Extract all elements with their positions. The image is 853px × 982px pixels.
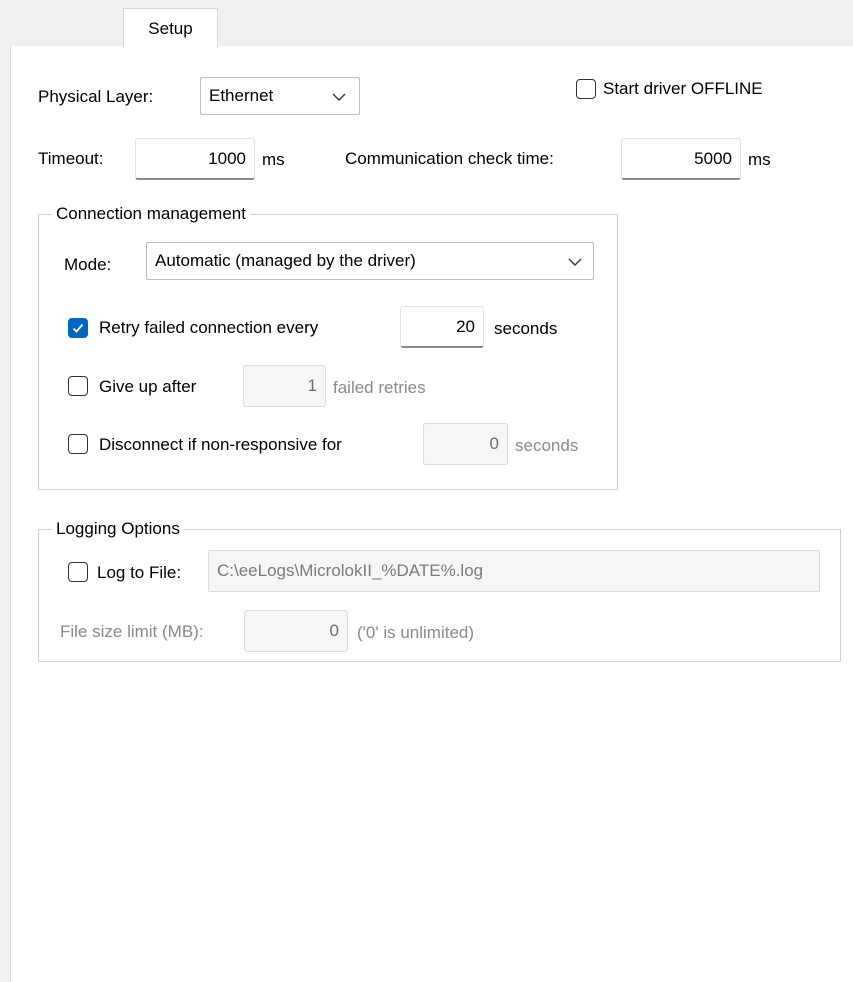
give-up-label: Give up after [99, 377, 197, 396]
timeout-label: Timeout: [38, 149, 104, 168]
log-file-path-input[interactable]: C:\eeLogs\MicrolokII_%DATE%.log [208, 550, 820, 592]
timeout-input[interactable]: 1000 [135, 138, 255, 180]
file-size-limit-label: File size limit (MB): [60, 622, 204, 641]
chevron-down-icon [331, 78, 347, 114]
give-up-checkbox[interactable] [68, 376, 88, 396]
retry-unit: seconds [494, 319, 558, 338]
tab-setup[interactable]: Setup [123, 8, 218, 48]
mode-value: Automatic (managed by the driver) [155, 251, 416, 270]
physical-layer-value: Ethernet [209, 86, 274, 105]
physical-layer-label: Physical Layer: [38, 87, 154, 106]
disconnect-checkbox[interactable] [68, 434, 88, 454]
disconnect-label: Disconnect if non-responsive for [99, 435, 342, 454]
setup-panel [10, 46, 853, 982]
give-up-unit: failed retries [333, 378, 426, 397]
retry-label: Retry failed connection every [99, 318, 319, 337]
comm-check-unit: ms [748, 150, 771, 169]
chevron-down-icon [567, 243, 583, 279]
disconnect-timeout-input[interactable]: 0 [423, 423, 508, 465]
mode-select[interactable]: Automatic (managed by the driver) [146, 242, 594, 280]
file-size-limit-note: ('0' is unlimited) [357, 623, 475, 642]
start-offline-checkbox[interactable] [576, 79, 596, 99]
comm-check-input[interactable]: 5000 [621, 138, 741, 180]
disconnect-unit: seconds [515, 436, 579, 455]
checkmark-icon [72, 323, 84, 333]
physical-layer-select[interactable]: Ethernet [200, 77, 360, 115]
timeout-unit: ms [262, 150, 285, 169]
start-offline-label: Start driver OFFLINE [603, 79, 763, 98]
retry-checkbox[interactable] [68, 318, 88, 338]
give-up-retries-input[interactable]: 1 [243, 365, 326, 407]
logging-options-title: Logging Options [52, 518, 184, 540]
mode-label: Mode: [64, 255, 112, 274]
log-to-file-checkbox[interactable] [68, 562, 88, 582]
log-to-file-label: Log to File: [97, 563, 182, 582]
retry-interval-input[interactable]: 20 [400, 306, 484, 348]
comm-check-label: Communication check time: [345, 149, 554, 168]
connection-management-title: Connection management [52, 203, 250, 225]
file-size-limit-input[interactable]: 0 [244, 610, 348, 652]
